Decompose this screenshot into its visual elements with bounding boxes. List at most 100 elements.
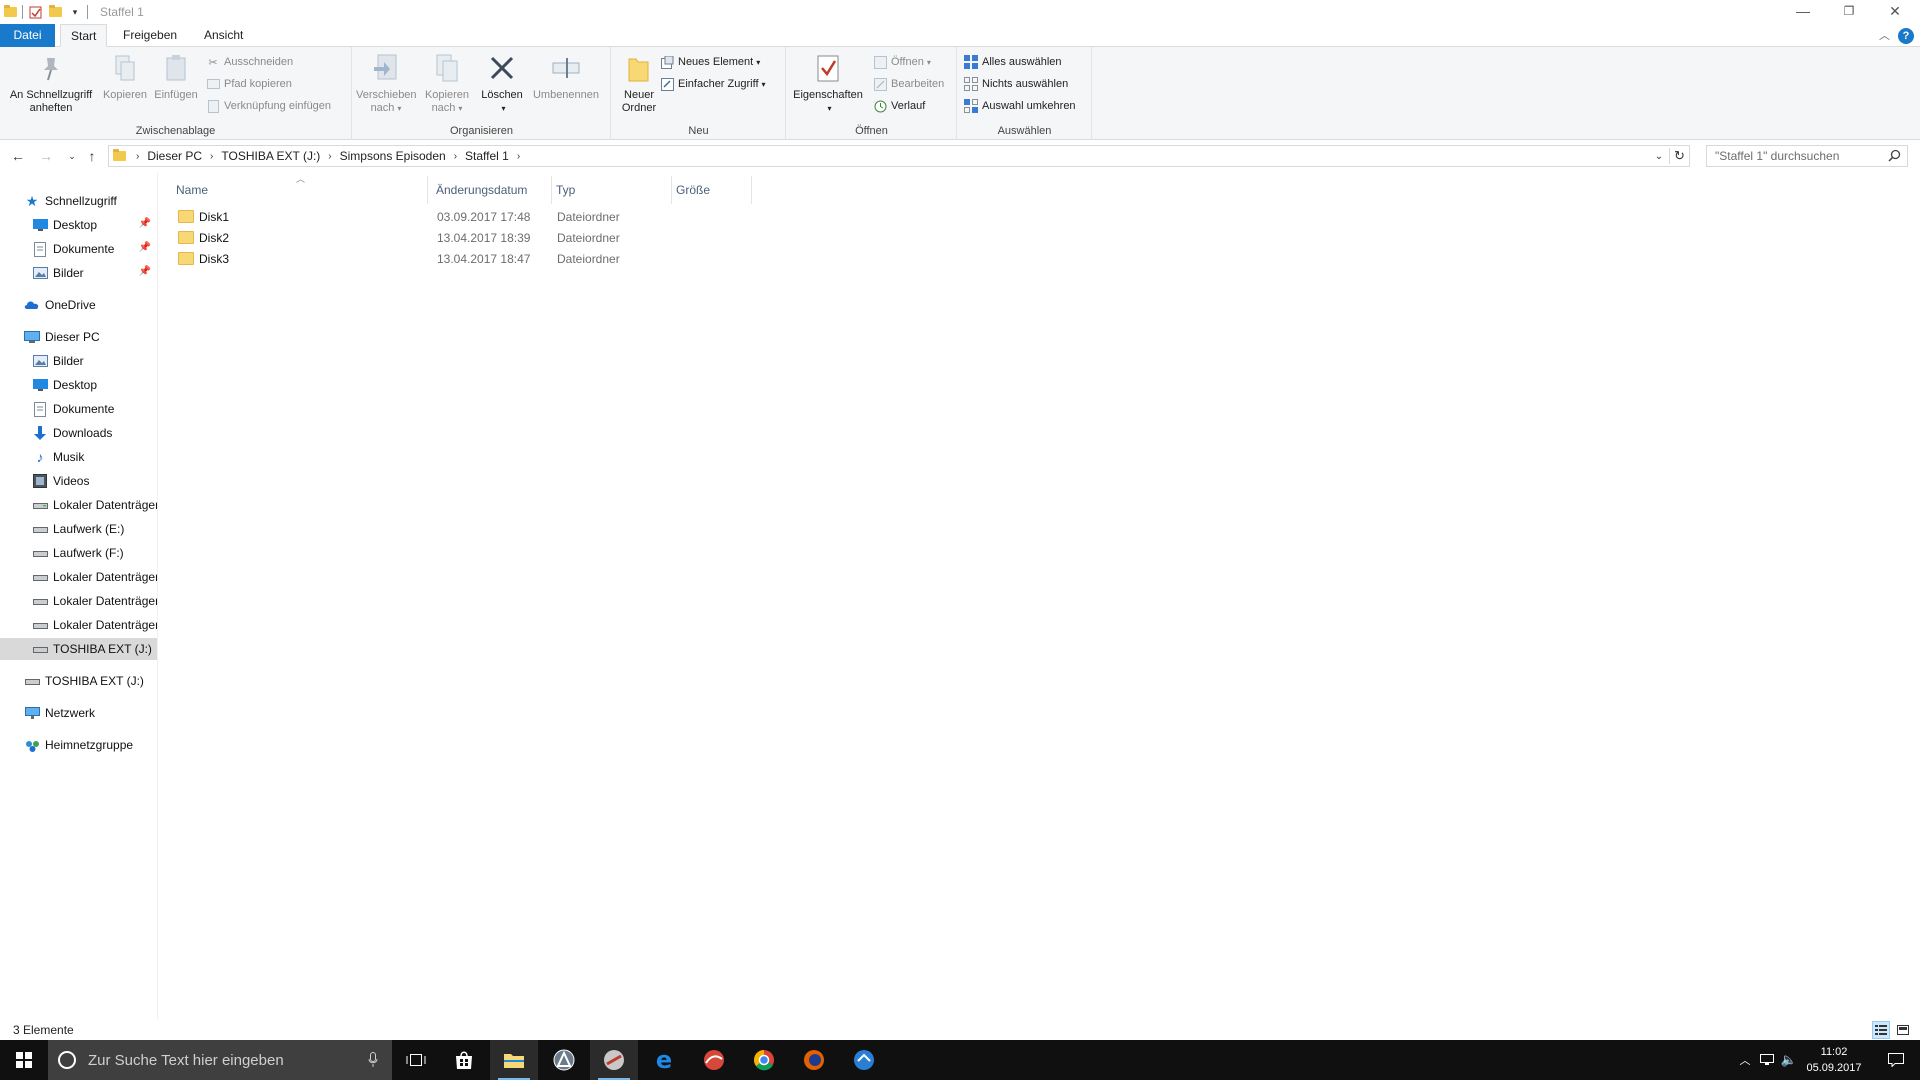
breadcrumb-simpsons[interactable]: Simpsons Episoden xyxy=(336,149,450,163)
nav-drive-f[interactable]: Laufwerk (F:) xyxy=(0,542,157,564)
refresh-icon[interactable]: ↻ xyxy=(1669,148,1689,164)
column-type[interactable]: Typ xyxy=(552,176,672,204)
nav-onedrive[interactable]: OneDrive xyxy=(0,294,157,316)
nav-qa-pictures[interactable]: Bilder 📌 xyxy=(0,262,157,284)
invert-selection-button[interactable]: Auswahl umkehren xyxy=(964,97,1076,115)
chevron-right-icon[interactable]: › xyxy=(132,151,143,162)
copy-to-button[interactable]: Kopieren nach ▾ xyxy=(420,51,474,115)
close-button[interactable]: ✕ xyxy=(1872,0,1918,22)
table-row[interactable]: Disk3 13.04.2017 18:47 Dateiordner xyxy=(172,248,792,269)
nav-qa-desktop[interactable]: Desktop 📌 xyxy=(0,214,157,236)
nav-network[interactable]: Netzwerk xyxy=(0,702,157,724)
edge-button[interactable]: e xyxy=(640,1040,688,1080)
chrome-button[interactable] xyxy=(740,1040,788,1080)
open-button[interactable]: Öffnen ▾ xyxy=(873,53,931,71)
clock[interactable]: 11:02 05.09.2017 xyxy=(1796,1044,1872,1076)
pin-quick-access-button[interactable]: An Schnellzugriff anheften xyxy=(4,51,98,115)
move-to-button[interactable]: Verschieben nach ▾ xyxy=(356,51,417,115)
action-center-button[interactable] xyxy=(1872,1040,1920,1080)
store-button[interactable] xyxy=(440,1040,488,1080)
nav-local-drive-1[interactable]: Lokaler Datenträger xyxy=(0,494,157,516)
delete-button[interactable]: Löschen ▾ xyxy=(477,51,527,115)
recent-locations-icon[interactable]: ⌄ xyxy=(62,146,82,166)
column-date[interactable]: Änderungsdatum xyxy=(432,176,552,204)
help-icon[interactable]: ? xyxy=(1898,28,1914,44)
tab-start[interactable]: Start xyxy=(60,24,108,47)
column-size[interactable]: Größe xyxy=(672,176,752,204)
chevron-down-icon[interactable]: ⌄ xyxy=(1649,151,1669,162)
nav-toshiba-selected[interactable]: TOSHIBA EXT (J:) xyxy=(0,638,157,660)
select-none-button[interactable]: Nichts auswählen xyxy=(964,75,1068,93)
chevron-right-icon[interactable]: › xyxy=(450,151,461,162)
app-media-button[interactable] xyxy=(590,1040,638,1080)
pin-icon[interactable]: 📌 xyxy=(139,242,151,253)
cut-button[interactable]: ✂ Ausschneiden xyxy=(206,53,293,71)
address-bar[interactable]: › Dieser PC › TOSHIBA EXT (J:) › Simpson… xyxy=(108,145,1690,167)
task-view-button[interactable] xyxy=(392,1040,440,1080)
tab-share[interactable]: Freigeben xyxy=(113,24,187,47)
chevron-right-icon[interactable]: › xyxy=(513,151,524,162)
rename-button[interactable]: Umbenennen xyxy=(529,51,603,102)
details-view-icon[interactable] xyxy=(1872,1021,1890,1039)
select-all-button[interactable]: Alles auswählen xyxy=(964,53,1062,71)
file-explorer-button[interactable] xyxy=(490,1040,538,1080)
search-icon[interactable] xyxy=(1888,149,1901,165)
nav-homegroup[interactable]: Heimnetzgruppe xyxy=(0,734,157,756)
edit-button[interactable]: Bearbeiten xyxy=(873,75,944,93)
chevron-right-icon[interactable]: › xyxy=(206,151,217,162)
show-hidden-icons-icon[interactable]: ︿ xyxy=(1734,1052,1756,1068)
copy-path-button[interactable]: Pfad kopieren xyxy=(206,75,292,93)
table-row[interactable]: Disk1 03.09.2017 17:48 Dateiordner xyxy=(172,206,792,227)
nav-quick-access[interactable]: ★ Schnellzugriff xyxy=(0,190,157,212)
breadcrumb-this-pc[interactable]: Dieser PC xyxy=(143,149,206,163)
app-triangle-button[interactable] xyxy=(540,1040,588,1080)
nav-drive-e[interactable]: Laufwerk (E:) xyxy=(0,518,157,540)
breadcrumb-staffel[interactable]: Staffel 1 xyxy=(461,149,513,163)
paste-shortcut-button[interactable]: Verknüpfung einfügen xyxy=(206,97,331,115)
network-status-icon[interactable] xyxy=(1756,1054,1778,1066)
pin-icon[interactable]: 📌 xyxy=(139,218,151,229)
start-button[interactable] xyxy=(0,1040,48,1080)
forward-arrow-icon[interactable]: → xyxy=(36,146,56,166)
nav-pc-downloads[interactable]: Downloads xyxy=(0,422,157,444)
properties-icon[interactable] xyxy=(28,5,42,19)
restore-button[interactable]: ❐ xyxy=(1826,0,1872,22)
tab-view[interactable]: Ansicht xyxy=(194,24,253,47)
search-box[interactable]: "Staffel 1" durchsuchen xyxy=(1706,145,1908,167)
easy-access-button[interactable]: Einfacher Zugriff ▾ xyxy=(660,75,766,93)
large-icons-view-icon[interactable] xyxy=(1894,1021,1912,1039)
up-arrow-icon[interactable]: ↑ xyxy=(82,146,102,166)
nav-pc-videos[interactable]: Videos xyxy=(0,470,157,492)
nav-qa-documents[interactable]: Dokumente 📌 xyxy=(0,238,157,260)
nav-local-drive-3[interactable]: Lokaler Datenträger xyxy=(0,590,157,612)
firefox-button[interactable] xyxy=(790,1040,838,1080)
minimize-button[interactable]: — xyxy=(1780,0,1826,22)
nav-pc-documents[interactable]: Dokumente xyxy=(0,398,157,420)
nav-pc-music[interactable]: ♪ Musik xyxy=(0,446,157,468)
taskbar-search[interactable]: Zur Suche Text hier eingeben xyxy=(48,1040,392,1080)
microphone-icon[interactable] xyxy=(368,1052,378,1072)
nav-local-drive-2[interactable]: Lokaler Datenträger xyxy=(0,566,157,588)
app-blue-button[interactable] xyxy=(840,1040,888,1080)
new-folder-button[interactable]: Neuer Ordner xyxy=(614,51,664,115)
nav-this-pc[interactable]: Dieser PC xyxy=(0,326,157,348)
nav-pc-desktop[interactable]: Desktop xyxy=(0,374,157,396)
history-button[interactable]: Verlauf xyxy=(873,97,925,115)
breadcrumb-toshiba[interactable]: TOSHIBA EXT (J:) xyxy=(217,149,324,163)
new-item-button[interactable]: Neues Element ▾ xyxy=(660,53,760,71)
nav-pc-pictures[interactable]: Bilder xyxy=(0,350,157,372)
app-red-button[interactable] xyxy=(690,1040,738,1080)
back-arrow-icon[interactable]: ← xyxy=(8,146,28,166)
new-folder-icon[interactable] xyxy=(48,5,62,19)
paste-button[interactable]: Einfügen xyxy=(151,51,201,102)
chevron-right-icon[interactable]: › xyxy=(324,151,335,162)
nav-local-drive-4[interactable]: Lokaler Datenträger xyxy=(0,614,157,636)
qat-dropdown-icon[interactable]: ▾ xyxy=(68,5,82,19)
table-row[interactable]: Disk2 13.04.2017 18:39 Dateiordner xyxy=(172,227,792,248)
properties-button[interactable]: Eigenschaften ▾ xyxy=(789,51,867,115)
tab-file[interactable]: Datei xyxy=(0,24,55,47)
nav-toshiba[interactable]: TOSHIBA EXT (J:) xyxy=(0,670,157,692)
pin-icon[interactable]: 📌 xyxy=(139,266,151,277)
copy-button[interactable]: Kopieren xyxy=(100,51,150,102)
collapse-ribbon-icon[interactable]: ︿ xyxy=(1879,27,1890,43)
